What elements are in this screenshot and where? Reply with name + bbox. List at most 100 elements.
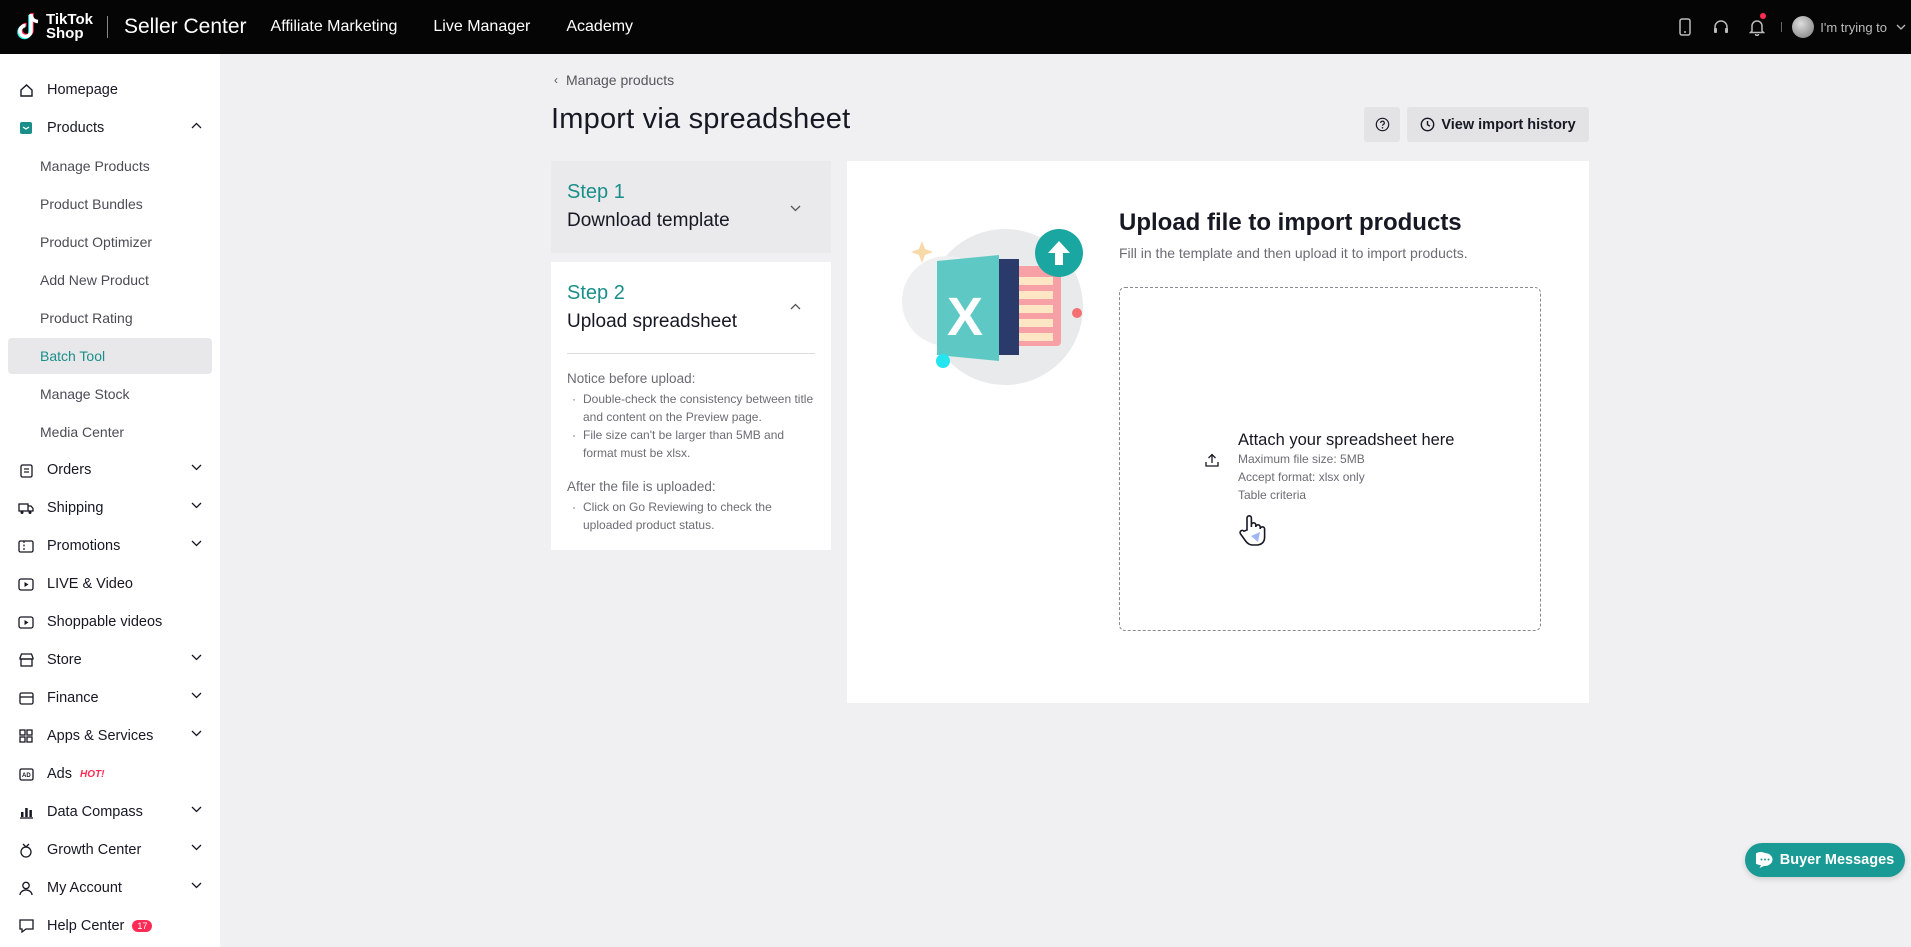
sidebar-item-label: Homepage <box>47 82 118 98</box>
breadcrumb-label: Manage products <box>566 72 675 88</box>
sidebar-subitem-label: Manage Stock <box>40 386 130 402</box>
promotions-icon <box>18 538 34 554</box>
finance-icon <box>18 690 34 706</box>
sidebar-item-ads[interactable]: AD Ads HOT! <box>8 756 212 792</box>
upload-panel: X Upload file to import products Fill in… <box>847 161 1589 703</box>
chevron-down-icon <box>191 502 202 509</box>
upload-icon <box>1205 453 1219 467</box>
sidebar-item-label: Ads <box>47 766 72 782</box>
topnav-academy[interactable]: Academy <box>566 18 633 36</box>
avatar[interactable] <box>1792 16 1815 38</box>
chevron-down-icon <box>191 692 202 699</box>
sidebar-subitem-add-new-product[interactable]: Add New Product <box>8 262 212 298</box>
after-upload-item: Click on Go Reviewing to check the uploa… <box>567 498 817 534</box>
buyer-messages-button[interactable]: Buyer Messages <box>1745 843 1905 877</box>
ads-icon: AD <box>18 766 34 782</box>
file-dropzone[interactable]: Attach your spreadsheet here Maximum fil… <box>1119 287 1541 631</box>
step1-name: Download template <box>567 210 730 231</box>
hot-badge: HOT! <box>80 768 105 780</box>
logo-divider <box>106 16 108 38</box>
sidebar-item-label: Promotions <box>47 538 121 554</box>
chevron-down-icon <box>191 844 202 851</box>
sidebar-item-store[interactable]: Store <box>8 642 212 678</box>
buyer-messages-label: Buyer Messages <box>1779 852 1895 868</box>
chevron-up-icon[interactable] <box>790 303 801 310</box>
chevron-down-icon <box>790 205 801 212</box>
question-circle-icon <box>1375 117 1389 132</box>
sidebar-item-label: Help Center <box>47 918 125 934</box>
notification-dot <box>1760 13 1767 19</box>
top-bar: TikTok Shop Seller Center Affiliate Mark… <box>0 0 1911 54</box>
sidebar-item-shoppable-videos[interactable]: Shoppable videos <box>8 604 212 640</box>
view-import-history-button[interactable]: View import history <box>1407 107 1589 142</box>
sidebar-item-products[interactable]: Products <box>8 110 212 146</box>
sidebar-subitem-label: Product Rating <box>40 310 133 326</box>
sidebar-item-orders[interactable]: Orders <box>8 452 212 488</box>
sidebar-subitem-batch-tool[interactable]: Batch Tool <box>8 338 212 374</box>
sidebar-subitem-manage-products[interactable]: Manage Products <box>8 148 212 184</box>
sidebar-item-label: Store <box>47 652 82 668</box>
sidebar-subitem-media-center[interactable]: Media Center <box>8 414 212 450</box>
sidebar-subitem-label: Media Center <box>40 424 125 440</box>
after-upload-title: After the file is uploaded: <box>567 479 716 494</box>
max-file-size-text: Maximum file size: 5MB <box>1238 452 1365 466</box>
live-icon <box>18 576 34 592</box>
sidebar-item-live-video[interactable]: LIVE & Video <box>8 566 212 602</box>
hand-cursor-icon <box>1239 515 1266 546</box>
sidebar-item-shipping[interactable]: Shipping <box>8 490 212 526</box>
topnav-affiliate-marketing[interactable]: Affiliate Marketing <box>271 18 398 36</box>
chevron-down-icon <box>191 882 202 889</box>
headset-icon[interactable] <box>1703 0 1739 54</box>
account-icon <box>18 880 34 896</box>
page-title: Import via spreadsheet <box>551 103 851 135</box>
table-criteria-link[interactable]: Table criteria <box>1238 488 1306 502</box>
accept-format-text: Accept format: xlsx only <box>1238 470 1365 484</box>
notice-item: Double-check the consistency between tit… <box>567 390 817 426</box>
tiktok-logo-icon <box>14 12 42 42</box>
products-icon <box>18 120 34 136</box>
view-import-history-label: View import history <box>1441 116 1576 133</box>
step1-card[interactable]: Step 1 Download template <box>551 161 831 253</box>
apps-icon <box>18 728 34 744</box>
dropzone-title: Attach your spreadsheet here <box>1238 431 1455 449</box>
sidebar-item-data-compass[interactable]: Data Compass <box>8 794 212 830</box>
sidebar-item-label: Data Compass <box>47 804 143 820</box>
username[interactable]: I'm trying to <box>1820 20 1887 35</box>
topnav-live-manager[interactable]: Live Manager <box>433 18 530 36</box>
bell-icon[interactable] <box>1739 0 1775 54</box>
sidebar-subitem-product-rating[interactable]: Product Rating <box>8 300 212 336</box>
sidebar-item-apps-services[interactable]: Apps & Services <box>8 718 212 754</box>
phone-icon[interactable] <box>1667 0 1703 54</box>
seller-center-title[interactable]: Seller Center <box>124 15 247 39</box>
sidebar-subitem-product-bundles[interactable]: Product Bundles <box>8 186 212 222</box>
account-dropdown-icon[interactable] <box>1891 0 1911 54</box>
sidebar-item-homepage[interactable]: Homepage <box>8 72 212 108</box>
chevron-up-icon <box>191 122 202 129</box>
chevron-down-icon <box>191 464 202 471</box>
chat-bubble-icon <box>1755 851 1773 868</box>
spreadsheet-upload-illustration: X <box>897 211 1097 391</box>
chart-icon <box>18 804 34 820</box>
step2-name: Upload spreadsheet <box>567 311 738 332</box>
sidebar-item-promotions[interactable]: Promotions <box>8 528 212 564</box>
chevron-down-icon <box>191 730 202 737</box>
sidebar-item-finance[interactable]: Finance <box>8 680 212 716</box>
tiktok-shop-logo[interactable]: TikTok Shop <box>14 0 93 54</box>
sidebar-subitem-label: Product Optimizer <box>40 234 153 250</box>
breadcrumb-manage-products[interactable]: ‹ Manage products <box>554 72 674 88</box>
store-icon <box>18 652 34 668</box>
sidebar-item-label: LIVE & Video <box>47 576 133 592</box>
help-button[interactable] <box>1364 107 1400 142</box>
sidebar-item-growth-center[interactable]: Growth Center <box>8 832 212 868</box>
sidebar-subitem-label: Batch Tool <box>40 348 106 364</box>
sidebar-item-my-account[interactable]: My Account <box>8 870 212 906</box>
step2-card: Step 2 Upload spreadsheet Notice before … <box>551 262 831 550</box>
orders-icon <box>18 462 34 478</box>
sidebar-item-label: My Account <box>47 880 122 896</box>
svg-text:X: X <box>947 287 983 347</box>
sidebar-subitem-product-optimizer[interactable]: Product Optimizer <box>8 224 212 260</box>
svg-text:AD: AD <box>22 773 31 779</box>
sidebar-item-help-center[interactable]: Help Center 17 <box>8 908 212 944</box>
sidebar-subitem-manage-stock[interactable]: Manage Stock <box>8 376 212 412</box>
step-divider <box>567 353 815 354</box>
